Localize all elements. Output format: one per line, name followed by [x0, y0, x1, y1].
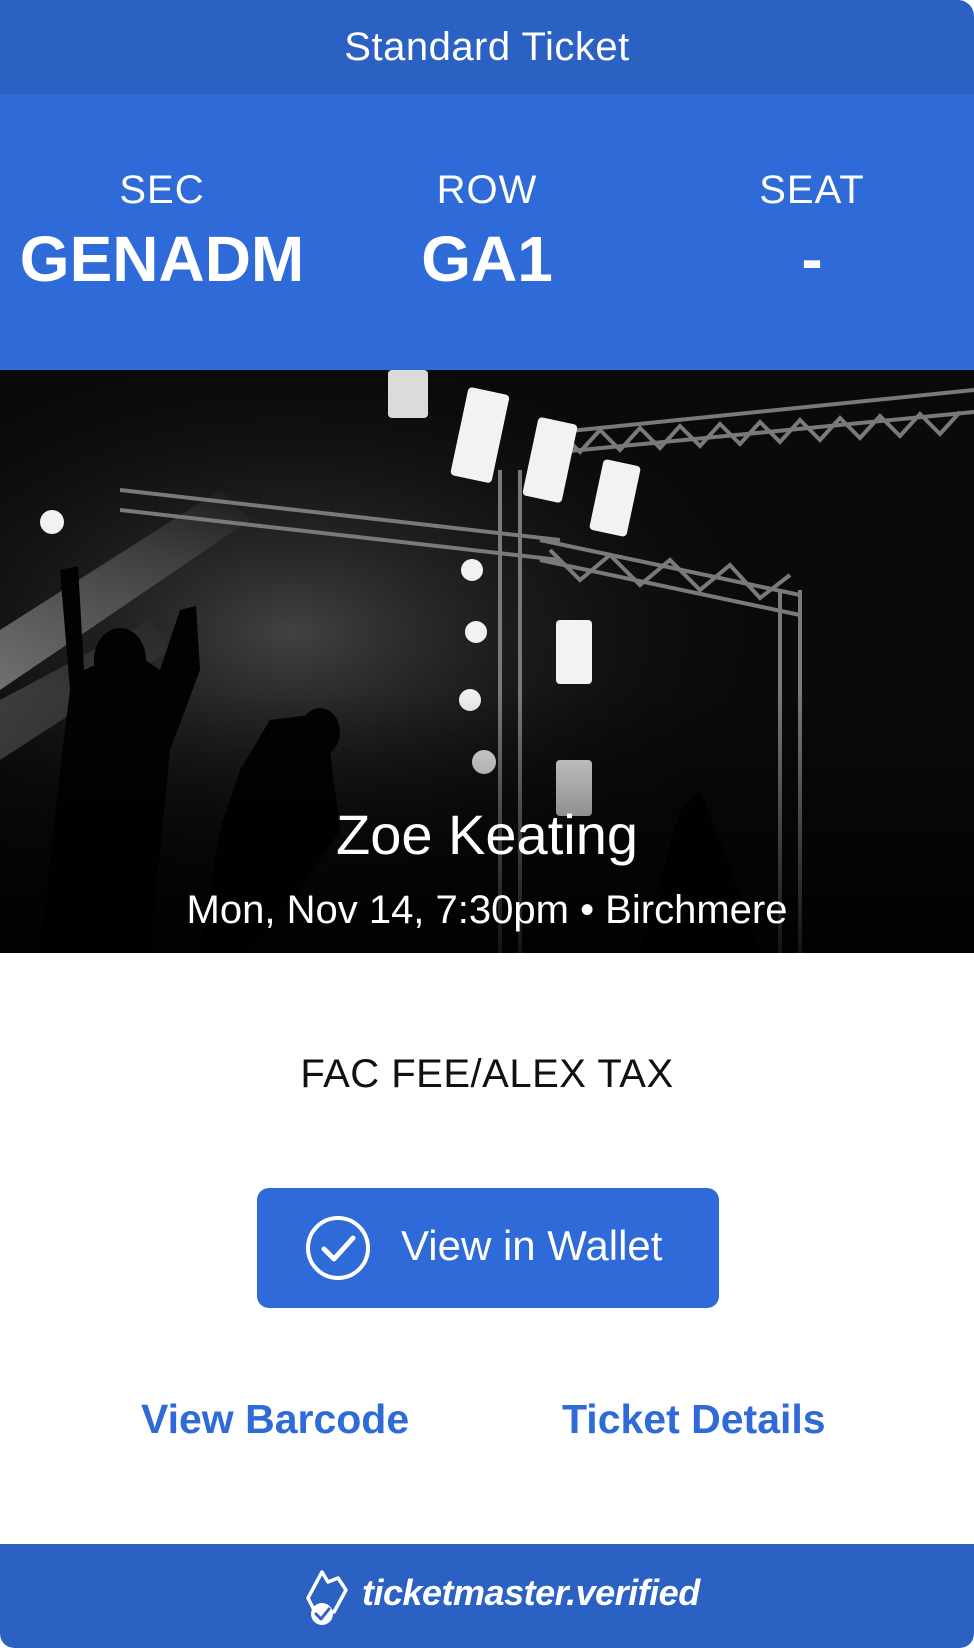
section-value: GENADM: [19, 223, 305, 295]
fee-description: FAC FEE/ALEX TAX: [300, 1052, 674, 1096]
seat-value: -: [801, 223, 823, 295]
event-name: Zoe Keating: [336, 803, 638, 866]
view-in-wallet-label: View in Wallet: [401, 1222, 663, 1269]
seat-label: SEAT: [759, 168, 865, 212]
ticket-type-label: Standard Ticket: [344, 24, 630, 69]
ticket-details-link[interactable]: Ticket Details: [562, 1396, 826, 1443]
seat-info-panel: SEC GENADM ROW GA1 SEAT -: [0, 94, 974, 370]
view-in-wallet-button[interactable]: View in Wallet: [257, 1188, 719, 1308]
checkmark-circle-icon: [306, 1216, 370, 1280]
view-barcode-link[interactable]: View Barcode: [141, 1396, 409, 1443]
ticket-card: Standard Ticket SEC GENADM ROW GA1 SEAT …: [0, 0, 974, 1648]
event-date-venue: Mon, Nov 14, 7:30pm • Birchmere: [186, 888, 788, 932]
verified-footer: ticketmaster.verified: [0, 1544, 974, 1648]
event-image: Zoe Keating Mon, Nov 14, 7:30pm • Birchm…: [0, 370, 974, 953]
section-info: SEC GENADM: [0, 94, 324, 370]
ticket-type-header: Standard Ticket: [0, 0, 974, 94]
row-value: GA1: [421, 223, 553, 295]
row-info: ROW GA1: [324, 94, 650, 370]
ticketmaster-verified-icon: [306, 1570, 348, 1625]
row-label: ROW: [436, 168, 538, 212]
seat-info: SEAT -: [650, 94, 974, 370]
section-label: SEC: [119, 168, 205, 212]
brand-label: ticketmaster.verified: [362, 1572, 700, 1613]
